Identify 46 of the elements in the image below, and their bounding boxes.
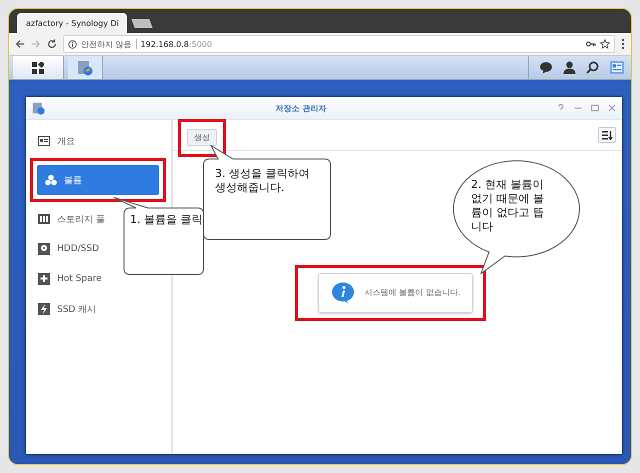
info-bubble-icon: [330, 282, 355, 304]
maximize-icon: [591, 104, 599, 112]
address-field[interactable]: 안전하지 않음 192.168.0.8:5000: [63, 35, 615, 53]
new-tab-button[interactable]: [131, 19, 153, 28]
annotation-text: 2. 현재 볼륨이 없기 때문에 볼 륨이 없다고 뜹 니다: [471, 178, 544, 234]
sidebar-item[interactable]: 볼륨: [37, 165, 159, 195]
tab-title: azfactory - Synology Di: [26, 18, 119, 28]
sidebar-item[interactable]: 개요: [26, 126, 75, 156]
back-icon: [15, 39, 25, 49]
id-card-icon: [38, 135, 50, 147]
close-icon: [608, 104, 616, 112]
sort-icon: [602, 130, 612, 140]
app-icon: [77, 60, 93, 76]
chat-icon: [539, 61, 553, 74]
annotation-text: 3. 생성을 클릭하여 생성해줍니다.: [215, 167, 310, 195]
plus-icon: [38, 273, 50, 285]
security-label: 안전하지 않음: [81, 38, 132, 50]
url-port: :5000: [188, 40, 212, 48]
browser-tab[interactable]: azfactory - Synology Di: [17, 13, 127, 33]
circles-icon: [45, 174, 57, 186]
main-menu-button[interactable]: [13, 56, 64, 79]
lightning-icon: [38, 303, 50, 315]
create-button[interactable]: 생성: [187, 129, 217, 146]
forward-icon: [31, 39, 41, 49]
storage-app-button[interactable]: [68, 56, 103, 79]
url-host: 192.168.0.8: [140, 40, 189, 48]
search-icon: [586, 61, 599, 74]
window-title: 저장소 관리자: [274, 102, 328, 114]
menu-icon: [621, 38, 625, 50]
sidebar-item[interactable]: SSD 캐시: [26, 294, 96, 324]
info-icon: [68, 40, 77, 48]
sidebar-item[interactable]: HDD/SSD: [26, 234, 100, 264]
sidebar-item[interactable]: 스토리지 풀: [26, 204, 105, 234]
app-icon: [32, 102, 45, 114]
reload-icon: [47, 39, 57, 49]
grid-icon: [32, 62, 44, 74]
bars-icon: [38, 213, 50, 225]
help-icon: [557, 104, 565, 112]
sidebar-item[interactable]: Hot Spare: [26, 264, 102, 294]
sort-button[interactable]: [598, 127, 616, 143]
empty-message: 시스템에 볼륨이 없습니다.: [364, 287, 460, 298]
star-icon: [600, 39, 610, 49]
annotation-text: 1. 볼륨을 클릭: [130, 213, 202, 227]
key-icon: [586, 39, 596, 49]
widget-icon: [609, 61, 625, 74]
user-icon: [563, 61, 576, 74]
